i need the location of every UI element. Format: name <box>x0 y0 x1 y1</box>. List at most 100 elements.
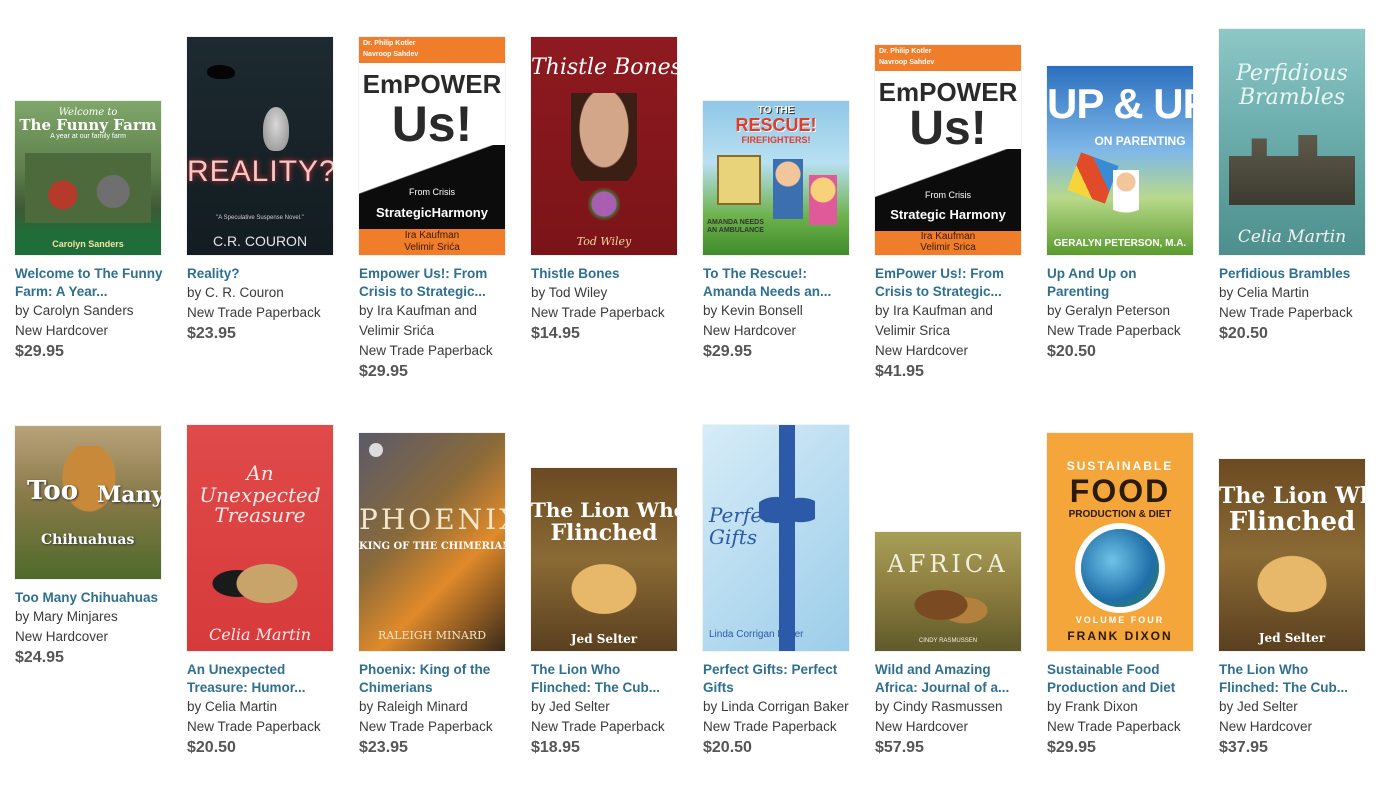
cover-text: A year at our family farm <box>50 133 126 140</box>
book-info: Wild and Amazing Africa: Journal of a...… <box>875 661 1025 759</box>
book-cover-image[interactable]: Too Many Chihuahuas <box>15 426 161 579</box>
book-format: New Hardcover <box>703 323 797 338</box>
book-format: New Hardcover <box>875 343 969 358</box>
book-format: New Trade Paperback <box>1219 305 1353 320</box>
kite-shape <box>1067 152 1119 204</box>
book-title-link[interactable]: EmPower Us!: From Crisis to Strategic... <box>875 265 1025 301</box>
lion-cub-shape <box>561 556 647 622</box>
book-format: New Trade Paperback <box>187 719 321 734</box>
cover-text: Dr. Philip Kotler <box>363 40 416 47</box>
cover-text: Carolyn Sanders <box>52 239 124 249</box>
cover-text: C.R. COURON <box>212 233 308 249</box>
cover-text: REALITY? <box>187 155 333 188</box>
cover-text: Perfect <box>709 503 782 527</box>
book-title-link[interactable]: Up And Up on Parenting <box>1047 265 1197 301</box>
book-info: EmPower Us!: From Crisis to Strategic...… <box>875 265 1025 383</box>
book-cover-image[interactable]: UP & UP ON PARENTING GERALYN PETERSON, M… <box>1047 66 1193 255</box>
book-cover-image[interactable]: Dr. Philip Kotler Navroop Sahdev EmPOWER… <box>875 45 1021 255</box>
book-price: $14.95 <box>531 325 580 342</box>
book-cover-image[interactable]: REALITY? "A Speculative Suspense Novel."… <box>187 37 333 255</box>
cover-text: Jed Selter <box>570 632 638 646</box>
book-title-link[interactable]: To The Rescue!: Amanda Needs an... <box>703 265 853 301</box>
cover-text: Ira Kaufman <box>404 230 460 241</box>
book-cover-image[interactable]: The Lion Who Flinched Jed Selter <box>1219 459 1365 651</box>
character-shape <box>809 175 837 225</box>
cover-text: FOOD <box>1069 473 1171 509</box>
owl-shape <box>263 107 289 151</box>
book-title-link[interactable]: Reality? <box>187 265 337 283</box>
book-cover-image[interactable]: Dr. Philip Kotler Navroop Sahdev EmPOWER… <box>359 37 505 255</box>
book-title-link[interactable]: Phoenix: King of the Chimerians <box>359 661 509 697</box>
book-format: New Hardcover <box>15 323 109 338</box>
book-price: $29.95 <box>703 343 752 360</box>
cover-text: PHOENIX <box>359 503 505 536</box>
book-title-link[interactable]: Wild and Amazing Africa: Journal of a... <box>875 661 1025 697</box>
book-format: New Hardcover <box>15 629 109 644</box>
cover-text: RESCUE! <box>735 115 817 135</box>
book-author: by Linda Corrigan Baker <box>703 699 849 714</box>
book-title-link[interactable]: Empower Us!: From Crisis to Strategic... <box>359 265 509 301</box>
book-author: by Geralyn Peterson <box>1047 303 1171 318</box>
book-author: by Cindy Rasmussen <box>875 699 1003 714</box>
globe-plate-shape <box>1081 529 1159 607</box>
book-cover-image[interactable]: SUSTAINABLE FOOD PRODUCTION & DIET VOLUM… <box>1047 433 1193 651</box>
book-title-link[interactable]: Sustainable Food Production and Diet <box>1047 661 1197 697</box>
book-format: New Trade Paperback <box>1047 323 1181 338</box>
cover-text: Perfidious <box>1236 61 1348 86</box>
book-title-link[interactable]: Perfidious Brambles <box>1219 265 1369 283</box>
book-info: Thistle Bones by Tod Wiley New Trade Pap… <box>531 265 681 345</box>
cover-text: KING OF THE CHIMERIANS <box>359 541 505 552</box>
cover-photo <box>25 153 151 223</box>
manor-shape <box>1229 135 1355 205</box>
book-format: New Hardcover <box>875 719 969 734</box>
book-price: $20.50 <box>1219 325 1268 342</box>
book-cover-image[interactable]: Thistle Bones Tod Wiley <box>531 37 677 255</box>
book-info: Too Many Chihuahuas by Mary Minjares New… <box>15 589 165 669</box>
book-author: by Carolyn Sanders <box>15 303 134 318</box>
cover-text: From Crisis <box>409 187 455 197</box>
book-title-link[interactable]: The Lion Who Flinched: The Cub... <box>1219 661 1369 697</box>
cover-text: Flinched <box>1228 507 1356 537</box>
hat-shape <box>207 545 307 615</box>
book-format: New Trade Paperback <box>359 719 493 734</box>
ribbon-shape <box>779 425 795 651</box>
child-shape <box>1113 170 1139 230</box>
book-cover-image[interactable]: Perfidious Brambles Celia Martin <box>1219 29 1365 255</box>
cover-text: Celia Martin <box>1237 227 1347 247</box>
book-cover-image[interactable]: PHOENIX KING OF THE CHIMERIANS RALEIGH M… <box>359 433 505 651</box>
book-format: New Hardcover <box>1219 719 1313 734</box>
book-title-link[interactable]: Too Many Chihuahuas <box>15 589 165 607</box>
book-author: by Jed Selter <box>1219 699 1298 714</box>
book-info: Welcome to The Funny Farm: A Year... by … <box>15 265 165 363</box>
cover-text: Treasure <box>214 503 306 527</box>
book-cover-image[interactable]: AFRICA CINDY RASMUSSEN <box>875 532 1021 651</box>
cover-text: ON PARENTING <box>1094 134 1186 148</box>
book-cover-image[interactable]: The Lion Who Flinched Jed Selter <box>531 468 677 651</box>
book-title-link[interactable]: Welcome to The Funny Farm: A Year... <box>15 265 165 301</box>
book-author: by Jed Selter <box>531 699 610 714</box>
thistle-shape <box>587 187 621 221</box>
book-author: by C. R. Couron <box>187 285 284 300</box>
book-title-link[interactable]: The Lion Who Flinched: The Cub... <box>531 661 681 697</box>
book-title-link[interactable]: Thistle Bones <box>531 265 681 283</box>
book-cover-image[interactable]: Welcome to The Funny Farm A year at our … <box>15 101 161 255</box>
cover-text: AMANDA NEEDS AN AMBULANCE <box>707 219 764 234</box>
book-info: Empower Us!: From Crisis to Strategic...… <box>359 265 509 383</box>
book-title-link[interactable]: Perfect Gifts: Perfect Gifts <box>703 661 853 697</box>
cover-text: Flinched <box>550 520 658 546</box>
book-price: $18.95 <box>531 739 580 756</box>
portrait-shape <box>571 93 637 181</box>
lion-cub-shape <box>1249 549 1335 619</box>
book-price: $24.95 <box>15 649 64 666</box>
book-cover-image[interactable]: TO THE RESCUE! FIREFIGHTERS! AMANDA NEED… <box>703 101 849 255</box>
book-title-link[interactable]: An Unexpected Treasure: Humor... <box>187 661 337 697</box>
book-price: $20.50 <box>187 739 236 756</box>
book-author: by Kevin Bonsell <box>703 303 803 318</box>
cover-text: Tod Wiley <box>576 235 632 248</box>
book-cover-image[interactable]: An Unexpected Treasure Celia Martin <box>187 425 333 651</box>
lion-shape <box>909 578 989 632</box>
cover-text: From Crisis <box>925 190 971 200</box>
cover-text: Many <box>97 482 161 508</box>
book-cover-image[interactable]: Perfect Gifts Linda Corrigan Baker <box>703 425 849 651</box>
cover-text: The Lion Who <box>531 498 677 522</box>
